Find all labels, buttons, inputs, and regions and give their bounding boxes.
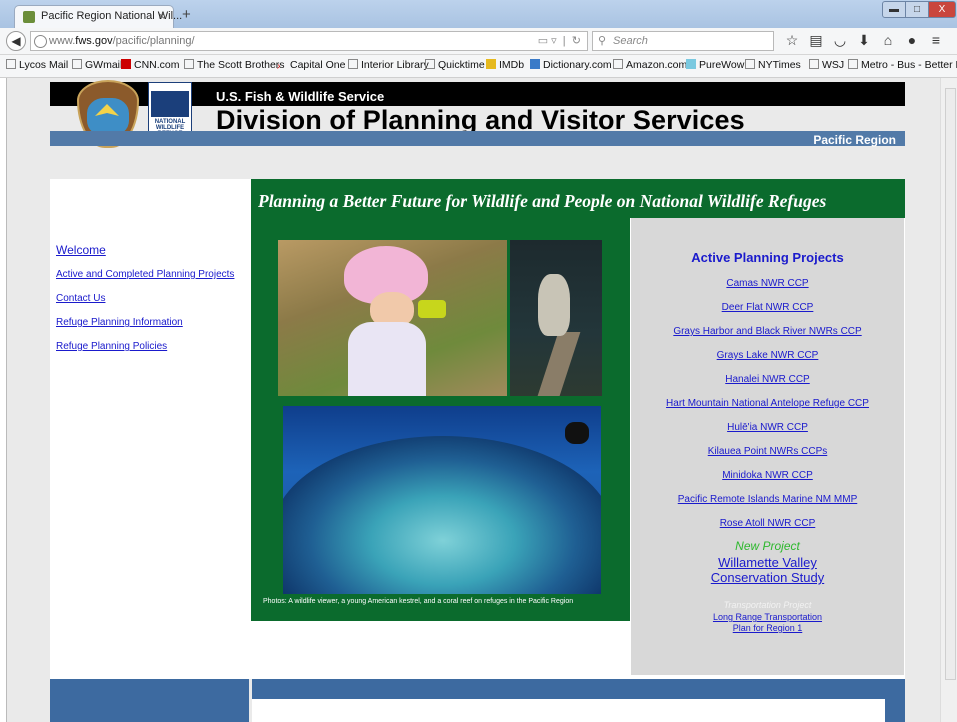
- bookmark-wsj[interactable]: WSJ: [809, 59, 844, 71]
- close-window-button[interactable]: X: [928, 1, 956, 18]
- bookmark-dictionary[interactable]: Dictionary.com: [530, 59, 612, 71]
- project-link[interactable]: Rose Atoll NWR CCP: [631, 518, 904, 529]
- footer-left-block: [50, 679, 249, 722]
- home-icon[interactable]: ⌂: [876, 32, 900, 48]
- reading-list-icon[interactable]: ▤: [804, 32, 828, 49]
- url-text: www.fws.gov/pacific/planning/: [49, 35, 195, 47]
- scrollbar-thumb[interactable]: [945, 88, 956, 680]
- active-projects-heading: Active Planning Projects: [691, 250, 844, 265]
- footer-blue-band: [252, 679, 905, 699]
- header-blue-band: [50, 131, 905, 146]
- project-link[interactable]: Hulē'ia NWR CCP: [631, 422, 904, 433]
- bookmarks-bar: Lycos Mail GWmail CNN.com The Scott Brot…: [0, 55, 957, 78]
- bookmark-scott-brothers[interactable]: The Scott Brothers: [184, 59, 285, 71]
- wildlife-viewer-photo: [278, 240, 507, 396]
- window-left-edge: [0, 78, 7, 722]
- bookmark-star-icon[interactable]: ☆: [780, 32, 804, 49]
- project-link[interactable]: Minidoka NWR CCP: [631, 470, 904, 481]
- title-bar: Pacific Region National Wil... × + ▬ □ X: [0, 0, 957, 28]
- project-link[interactable]: Kilauea Point NWRs CCPs: [631, 446, 904, 457]
- page-viewport: NATIONAL WILDLIFE REFUGE SYSTEM U.S. Fis…: [0, 78, 940, 722]
- search-icon: ⚲: [598, 35, 607, 47]
- new-project-label: New Project: [735, 539, 800, 553]
- navigation-toolbar: ◀ www.fws.gov/pacific/planning/ ▭ ▿ | ↻ …: [0, 28, 957, 55]
- project-link[interactable]: Hanalei NWR CCP: [631, 374, 904, 385]
- project-link[interactable]: Pacific Remote Islands Marine NM MMP: [631, 494, 904, 505]
- footer-right-block: [885, 699, 905, 722]
- bookmark-gwmail[interactable]: GWmail: [72, 59, 122, 71]
- maximize-button[interactable]: □: [905, 1, 929, 18]
- search-placeholder: Search: [613, 35, 648, 47]
- bookmark-amazon[interactable]: Amazon.com: [613, 59, 687, 71]
- nav-contact-link[interactable]: Contact Us: [56, 293, 105, 304]
- willamette-valley-link[interactable]: Willamette Valley Conservation Study: [631, 555, 904, 585]
- project-link[interactable]: Deer Flat NWR CCP: [631, 302, 904, 313]
- close-tab-icon[interactable]: ×: [158, 9, 165, 23]
- minimize-button[interactable]: ▬: [882, 1, 906, 18]
- vertical-scrollbar[interactable]: [940, 78, 957, 722]
- browser-window: Pacific Region National Wil... × + ▬ □ X…: [0, 0, 957, 722]
- region-label: Pacific Region: [813, 133, 896, 147]
- nav-planning-policies-link[interactable]: Refuge Planning Policies: [56, 341, 167, 352]
- nav-welcome-link[interactable]: Welcome: [56, 243, 106, 257]
- browser-tab[interactable]: Pacific Region National Wil... ×: [14, 5, 182, 28]
- new-tab-button[interactable]: +: [182, 6, 191, 23]
- reader-reload-icons[interactable]: ▭ ▿ | ↻: [538, 32, 581, 50]
- fws-favicon-icon: [23, 11, 35, 23]
- tagline-text: Planning a Better Future for Wildlife an…: [258, 191, 827, 211]
- project-link[interactable]: Grays Lake NWR CCP: [631, 350, 904, 361]
- active-projects-panel: Active Planning Projects Camas NWR CCP D…: [631, 218, 904, 675]
- transportation-plan-link[interactable]: Long Range Transportation Plan for Region…: [631, 612, 904, 634]
- photo-caption: Photos: A wildlife viewer, a young Ameri…: [263, 598, 574, 605]
- nav-projects-link[interactable]: Active and Completed Planning Projects: [56, 269, 234, 280]
- bookmark-nytimes[interactable]: NYTimes: [745, 59, 801, 71]
- bookmark-lycos-mail[interactable]: Lycos Mail: [6, 59, 68, 71]
- bookmark-quicktime[interactable]: Quicktime: [425, 59, 485, 71]
- project-link[interactable]: Camas NWR CCP: [631, 278, 904, 289]
- project-link[interactable]: Grays Harbor and Black River NWRs CCP: [631, 326, 904, 337]
- bookmark-metro-bus[interactable]: Metro - Bus - Better Bus: [848, 59, 957, 71]
- footer-content-area: [252, 699, 885, 722]
- agency-name: U.S. Fish & Wildlife Service: [216, 89, 385, 104]
- transportation-label: Transportation Project: [723, 600, 812, 610]
- download-icon[interactable]: ⬇: [852, 32, 876, 49]
- coral-reef-photo: [283, 406, 601, 594]
- bookmark-capital-one[interactable]: › Capital One: [277, 59, 345, 72]
- address-bar[interactable]: www.fws.gov/pacific/planning/ ▭ ▿ | ↻: [30, 31, 588, 51]
- bookmark-interior-library[interactable]: Interior Library: [348, 59, 429, 71]
- project-link[interactable]: Hart Mountain National Antelope Refuge C…: [631, 398, 904, 409]
- pocket-icon[interactable]: ◡: [828, 32, 852, 49]
- bookmark-imdb[interactable]: IMDb: [486, 59, 524, 71]
- kestrel-photo: [510, 240, 602, 396]
- toolbar-icons: ☆ ▤ ◡ ⬇ ⌂ ● ≡: [780, 32, 948, 49]
- back-button[interactable]: ◀: [6, 31, 26, 51]
- chat-icon[interactable]: ●: [900, 32, 924, 48]
- goose-icon: [151, 91, 189, 117]
- menu-icon[interactable]: ≡: [924, 32, 948, 48]
- nav-planning-info-link[interactable]: Refuge Planning Information: [56, 317, 183, 328]
- bookmark-cnn[interactable]: CNN.com: [121, 59, 180, 71]
- search-box[interactable]: ⚲ Search: [592, 31, 774, 51]
- globe-icon: [34, 35, 47, 48]
- bookmark-purewow[interactable]: PureWow: [686, 59, 744, 71]
